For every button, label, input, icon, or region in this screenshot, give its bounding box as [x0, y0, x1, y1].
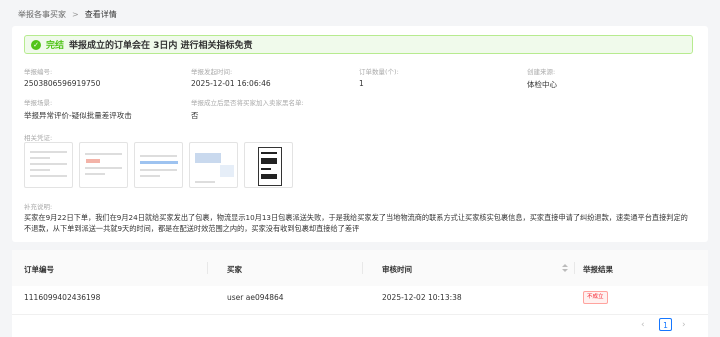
breadcrumb-separator: >	[72, 10, 79, 19]
note-text: 买家在9月22日下单，我们在9月24日就给买家发出了包裹，物流显示10月13日包…	[24, 213, 688, 233]
field-report-time: 举报发起时间: 2025-12-01 16:06:46	[191, 66, 271, 88]
banner-message: 举报成立的订单会在 3日内 进行相关指标免责	[69, 41, 253, 51]
proof-thumbnails	[24, 142, 293, 188]
proof-image-thumbnail[interactable]	[79, 142, 128, 188]
proof-image-thumbnail[interactable]	[24, 142, 73, 188]
field-source: 创建来源: 体检中心	[527, 66, 557, 90]
breadcrumb-current: 查看详情	[84, 10, 117, 19]
field-label: 举报编号:	[24, 68, 53, 76]
proof-label: 相关凭证:	[24, 134, 53, 142]
cell-review-time: 2025-12-02 10:13:38	[382, 293, 462, 302]
cell-order-no: 1116099402436198	[24, 293, 101, 302]
field-value: 2025-12-01 16:06:46	[191, 79, 271, 88]
pagination-prev-button[interactable]: ‹	[641, 320, 645, 330]
check-circle-icon: ✓	[31, 39, 41, 50]
field-report-no: 举报编号: 2503806596919750	[24, 66, 100, 88]
field-value: 体检中心	[527, 80, 557, 89]
breadcrumb-parent[interactable]: 举报各事买家	[18, 9, 66, 20]
breadcrumb: 举报各事买家 > 查看详情	[18, 9, 117, 20]
column-header-order-no: 订单编号	[24, 265, 54, 274]
detail-card: ✓ 完结 举报成立的订单会在 3日内 进行相关指标免责 举报编号: 250380…	[12, 26, 708, 242]
column-header-review-time[interactable]: 审核时间	[382, 264, 412, 275]
field-value: 否	[191, 111, 199, 120]
status-banner: ✓ 完结 举报成立的订单会在 3日内 进行相关指标免责	[24, 35, 693, 54]
orders-table: 订单编号 买家 审核时间 举报结果 1116099402436198 user …	[12, 250, 708, 337]
field-order-count: 订单数量(个): 1	[359, 66, 399, 88]
field-blacklist: 举报成立后是否将买家加入卖家黑名单: 否	[191, 97, 304, 121]
note-label: 补充说明:	[24, 203, 53, 211]
column-header-result: 举报结果	[583, 265, 613, 274]
table-header: 订单编号 买家 审核时间 举报结果	[12, 250, 708, 286]
field-label: 举报场景:	[24, 99, 53, 107]
field-value: 2503806596919750	[24, 79, 101, 88]
column-header-buyer: 买家	[227, 265, 242, 274]
cell-buyer: user ae094864	[227, 293, 284, 302]
pagination-next-button[interactable]: ›	[682, 320, 686, 330]
field-value: 1	[359, 79, 364, 88]
status-badge: 不成立	[583, 291, 608, 304]
field-label: 订单数量(个):	[359, 68, 399, 76]
banner-status: 完结	[46, 41, 65, 51]
sort-icon[interactable]	[562, 264, 568, 273]
field-reason: 举报场景: 举报异常评价-疑似批量差评攻击	[24, 97, 132, 121]
field-label: 创建来源:	[527, 68, 556, 76]
field-label: 举报发起时间:	[191, 68, 233, 76]
proof-image-thumbnail[interactable]	[134, 142, 183, 188]
proof-image-thumbnail[interactable]	[244, 142, 293, 188]
proof-image-thumbnail[interactable]	[189, 142, 238, 188]
field-label: 举报成立后是否将买家加入卖家黑名单:	[191, 99, 304, 107]
field-value: 举报异常评价-疑似批量差评攻击	[24, 111, 132, 120]
pagination-page-button[interactable]: 1	[659, 318, 672, 331]
